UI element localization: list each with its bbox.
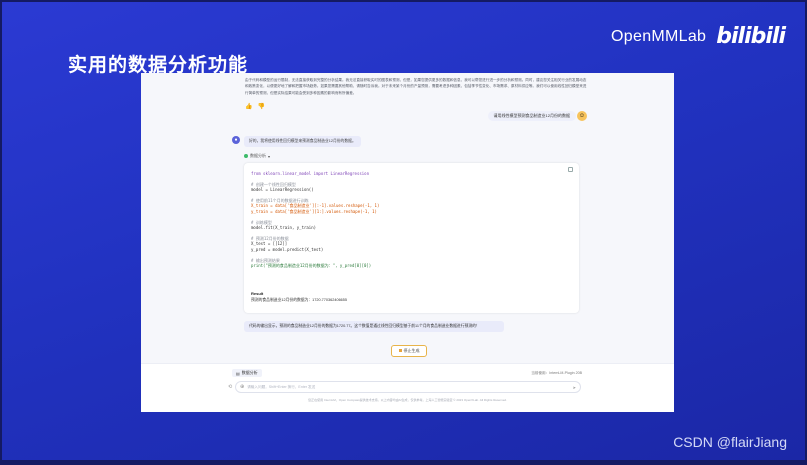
watermark: CSDN @flairJiang [673, 434, 787, 450]
data-analysis-tag[interactable]: ▤ 数据分析 [232, 369, 262, 377]
chat-history: 由于代码和模型的运行限制，无法直接获取到完整的分析结果。我无法直接获取实时的图表… [141, 73, 674, 363]
status-dot-icon [244, 154, 248, 158]
presentation-slide: 实用的数据分析功能 OpenMMLab bilibili 由于代码和模型的运行限… [2, 2, 805, 460]
chart-icon: ▤ [236, 370, 240, 376]
bot-avatar: ● [232, 136, 240, 144]
footer-note: 您正在使用 InternLM，Open Compass提供技术支持。以上内容均由… [308, 398, 507, 402]
stop-label: 停止生成 [403, 348, 420, 353]
history-icon[interactable]: ⟲ [228, 384, 232, 390]
thumbs-down-icon[interactable]: 👎 [257, 103, 264, 110]
stop-icon [398, 349, 402, 353]
code-output-card: from sklearn.linear_model import LinearR… [244, 163, 579, 313]
stop-generating-button[interactable]: 停止生成 [391, 345, 427, 357]
code-line: print("预测的食品制造业12月份的数据为：", y_pred[0][0]) [251, 262, 372, 268]
plugin-label: 当前使用：InternLM-Plugin 20B [531, 371, 582, 375]
chat-input[interactable]: ⊕ 请输入问题，Shift+Enter 换行，Enter 发送 ➤ [235, 381, 581, 393]
chevron-down-icon: ▾ [268, 153, 271, 159]
code-block: from sklearn.linear_model import LinearR… [251, 171, 571, 268]
message-actions: 👍 👎 [245, 103, 265, 110]
user-avatar: ☺ [577, 111, 587, 121]
chat-window: 由于代码和模型的运行限制，无法直接获取到完整的分析结果。我无法直接获取实时的图表… [141, 73, 674, 412]
user-message: 请用线性模型预测食品制造业12月份的数据 [487, 111, 576, 121]
thumbs-up-icon[interactable]: 👍 [245, 103, 252, 110]
send-icon[interactable]: ➤ [573, 385, 576, 390]
input-area: ▤ 数据分析 当前使用：InternLM-Plugin 20B ⟲ ⊕ 请输入问… [141, 363, 674, 412]
brand-name: OpenMMLab [611, 27, 707, 45]
tool-name: 数据分析 [250, 153, 266, 158]
attachment-icon[interactable]: ⊕ [240, 384, 244, 390]
data-tag-label: 数据分析 [241, 370, 258, 375]
result-title: Result [251, 291, 264, 296]
bot-answer-message: 代码的输出显示，预测的食品制造业12月份的数据为1720.77。这个数值是通过线… [244, 321, 504, 332]
tool-call-badge[interactable]: 数据分析 ▾ [244, 153, 270, 159]
bilibili-logo-icon: bilibili [716, 24, 786, 49]
result-text: 预测的食品制造业12月份的数据为：1720.770362406655 [251, 298, 348, 302]
previous-answer-text: 由于代码和模型的运行限制，无法直接获取到完整的分析结果。我无法直接获取实时的图表… [245, 78, 587, 95]
input-placeholder[interactable]: 请输入问题，Shift+Enter 换行，Enter 发送 [247, 385, 569, 390]
bot-intro-message: 好的，我将使用线性回归模型来预测食品制造业12月份的数据。 [244, 136, 361, 147]
brand-header: OpenMMLab bilibili [611, 24, 786, 49]
